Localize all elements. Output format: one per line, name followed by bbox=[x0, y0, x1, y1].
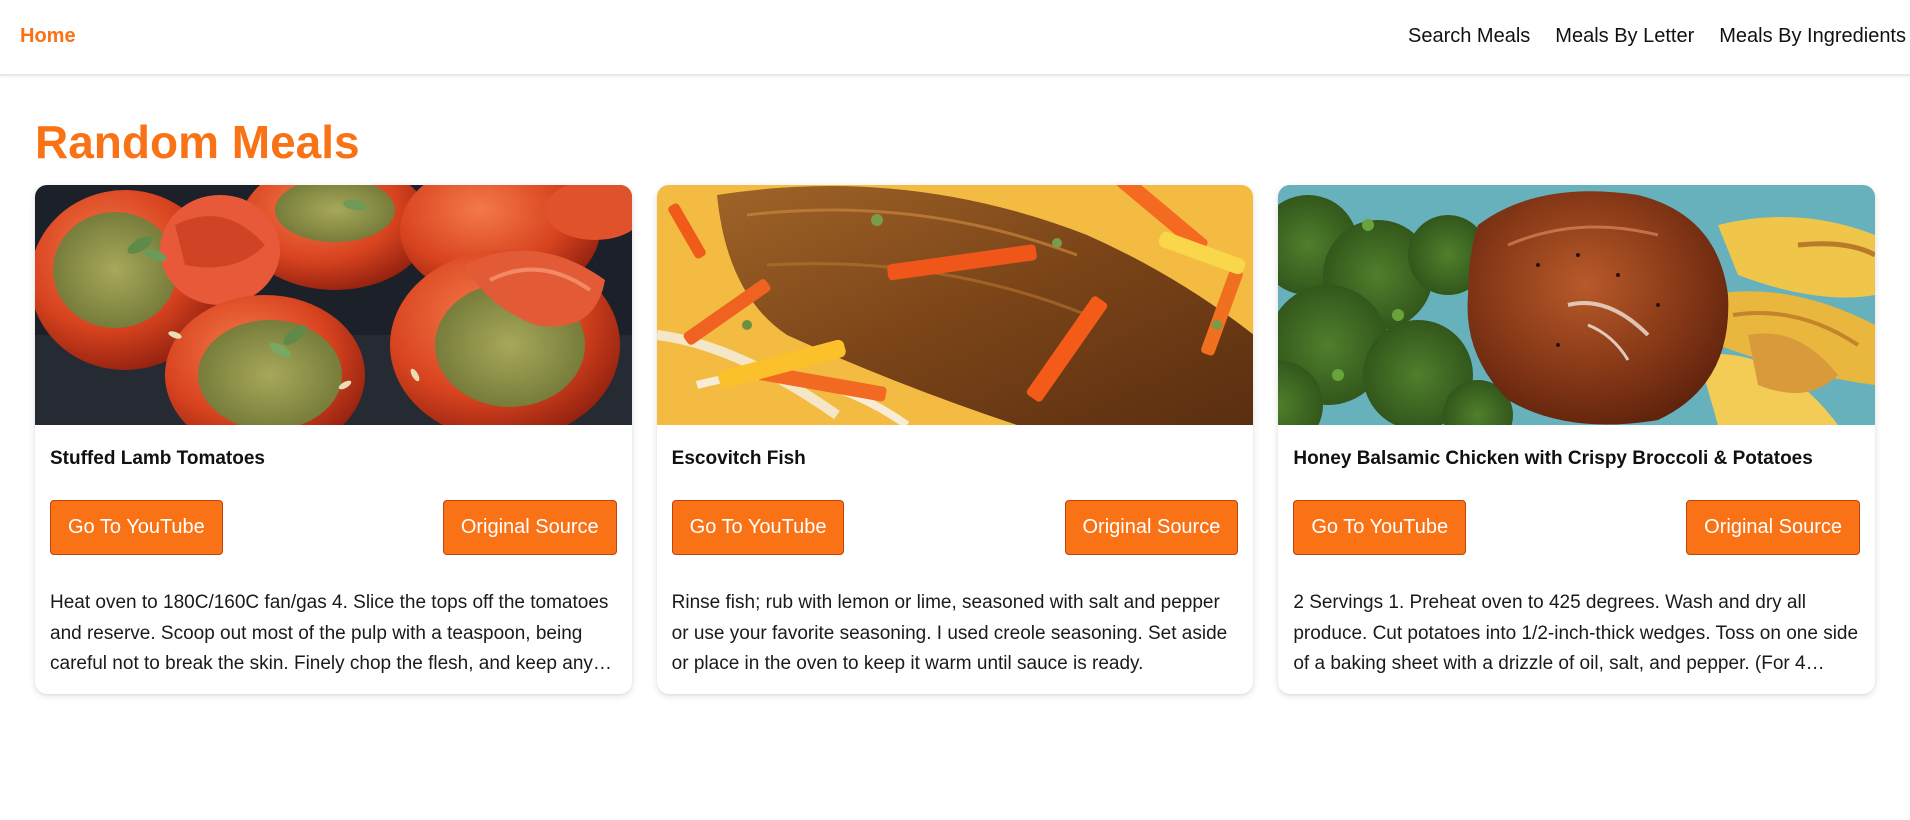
nav-links: Search Meals Meals By Letter Meals By In… bbox=[1408, 0, 1906, 72]
honey-balsamic-chicken-image bbox=[1278, 185, 1876, 425]
meal-card: Stuffed Lamb Tomatoes Go To YouTube Orig… bbox=[35, 185, 632, 694]
meal-thumbnail[interactable] bbox=[1278, 185, 1876, 425]
meal-thumbnail[interactable] bbox=[656, 185, 1254, 425]
escovitch-fish-image bbox=[656, 185, 1254, 425]
go-to-youtube-button[interactable]: Go To YouTube bbox=[50, 500, 223, 555]
meal-card: Escovitch Fish Go To YouTube Original So… bbox=[656, 185, 1254, 694]
go-to-youtube-button[interactable]: Go To YouTube bbox=[671, 500, 845, 555]
nav-link-search-meals[interactable]: Search Meals bbox=[1408, 25, 1530, 48]
meal-card-list: Stuffed Lamb Tomatoes Go To YouTube Orig… bbox=[35, 185, 1876, 694]
meal-card: Honey Balsamic Chicken with Crispy Brocc… bbox=[1278, 185, 1876, 694]
go-to-youtube-button[interactable]: Go To YouTube bbox=[1293, 500, 1467, 555]
meal-title: Stuffed Lamb Tomatoes bbox=[50, 448, 265, 469]
meal-description: 2 Servings 1. Preheat oven to 425 degree… bbox=[1293, 592, 1859, 674]
original-source-button[interactable]: Original Source bbox=[1064, 500, 1239, 555]
meal-title: Escovitch Fish bbox=[671, 448, 806, 469]
meal-description: Rinse fish; rub with lemon or lime, seas… bbox=[671, 592, 1228, 674]
top-nav-bar: Home Search Meals Meals By Letter Meals … bbox=[0, 0, 1910, 76]
original-source-button[interactable]: Original Source bbox=[1686, 500, 1861, 555]
stuffed-tomatoes-image bbox=[35, 185, 632, 425]
nav-link-meals-by-letter[interactable]: Meals By Letter bbox=[1555, 25, 1694, 48]
original-source-button[interactable]: Original Source bbox=[442, 500, 617, 555]
meal-thumbnail[interactable] bbox=[35, 185, 632, 425]
nav-link-meals-by-ingredients[interactable]: Meals By Ingredients bbox=[1719, 25, 1906, 48]
nav-home-link[interactable]: Home bbox=[20, 0, 76, 72]
page-title: Random Meals bbox=[35, 116, 360, 168]
meal-title: Honey Balsamic Chicken with Crispy Brocc… bbox=[1293, 448, 1813, 469]
meal-description: Heat oven to 180C/160C fan/gas 4. Slice … bbox=[50, 592, 609, 674]
